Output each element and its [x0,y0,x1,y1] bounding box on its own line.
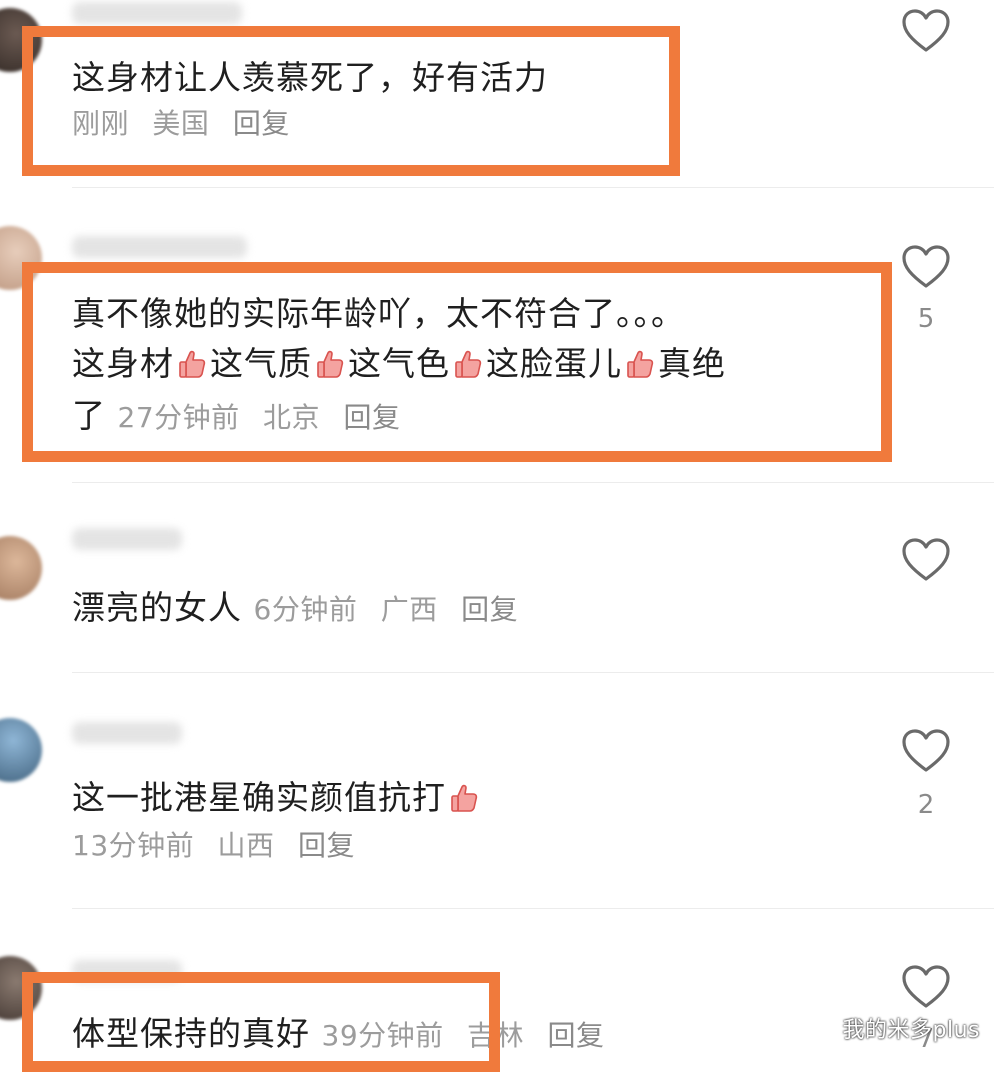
like-count: 2 [917,790,935,820]
reply-button[interactable]: 回复 [461,593,518,626]
divider [72,187,994,188]
comment-text-fragment: 真绝 [658,344,726,383]
heart-outline-icon[interactable] [901,8,951,54]
comment-meta: 6分钟前 广西 回复 [254,593,533,626]
heart-outline-icon[interactable] [901,964,951,1010]
username-blurred [72,528,182,550]
comment-location: 北京 [263,401,321,434]
comment-text: 漂亮的女人 6分钟前 广西 回复 [72,584,532,634]
avatar[interactable] [0,226,42,290]
comment-text-fragment: 这气色 [348,344,450,383]
comment-time: 13分钟前 [72,829,195,862]
divider [72,908,994,909]
username-blurred [72,236,247,258]
heart-outline-icon[interactable] [901,537,951,583]
comment-time: 27分钟前 [117,401,240,434]
comment-text: 真不像她的实际年龄吖，太不符合了。。。 [72,290,685,338]
thumbs-up-emoji-icon [315,349,345,379]
comment-text-line: 真不像她的实际年龄吖，太不符合了。。。 [72,294,685,333]
thumbs-up-emoji-icon [453,349,483,379]
username-blurred [72,960,182,982]
comment-text: 这身材 这气质 这气色 这脸蛋儿 真绝 [72,340,726,388]
comment-location: 吉林 [467,1019,525,1052]
comment-text: 体型保持的真好 39分钟前 吉林 回复 [72,1010,618,1060]
heart-outline-icon[interactable] [901,728,951,774]
comment-text-line: 这一批港星确实颜值抗打 [72,778,446,817]
comment-text-line: 漂亮的女人 [72,588,242,627]
comment-text-fragment: 这气质 [210,344,312,383]
comment-text-line: 这身材让人羡慕死了，好有活力 [72,58,548,97]
watermark: 我的米多plus [842,1018,980,1043]
reply-button[interactable]: 回复 [233,107,290,140]
comment-text-fragment: 这脸蛋儿 [486,344,622,383]
heart-outline-icon[interactable] [901,244,951,290]
comment-time: 39分钟前 [321,1019,444,1052]
avatar[interactable] [0,956,42,1020]
thumbs-up-emoji-icon [625,349,655,379]
username-blurred [72,722,182,744]
reply-button[interactable]: 回复 [298,829,355,862]
divider [72,482,994,483]
reply-button[interactable]: 回复 [343,401,400,434]
like-count: 5 [917,304,935,334]
comment-text-line: 了 [72,396,106,435]
thumbs-up-emoji-icon [449,783,479,813]
comment-text: 这身材让人羡慕死了，好有活力 [72,54,548,102]
comment-text: 这一批港星确实颜值抗打 [72,774,482,822]
avatar[interactable] [0,8,42,72]
thumbs-up-emoji-icon [177,349,207,379]
avatar[interactable] [0,536,42,600]
comment-text-fragment: 这身材 [72,344,174,383]
comment-time: 6分钟前 [253,593,358,626]
comment-location: 山西 [217,829,275,862]
avatar[interactable] [0,718,42,782]
comment-meta: 刚刚 美国 回复 [72,104,304,144]
comment-meta: 13分钟前 山西 回复 [72,826,369,866]
comment-location: 广西 [380,593,438,626]
reply-button[interactable]: 回复 [547,1019,604,1052]
divider [72,672,994,673]
username-blurred [72,2,242,24]
comment-text: 了 27分钟前 北京 回复 [72,392,414,442]
comment-location: 美国 [152,107,210,140]
comment-meta: 39分钟前 吉林 回复 [322,1019,619,1052]
comment-meta: 27分钟前 北京 回复 [118,401,415,434]
comment-text-line: 体型保持的真好 [72,1014,310,1053]
comment-time: 刚刚 [72,107,130,140]
